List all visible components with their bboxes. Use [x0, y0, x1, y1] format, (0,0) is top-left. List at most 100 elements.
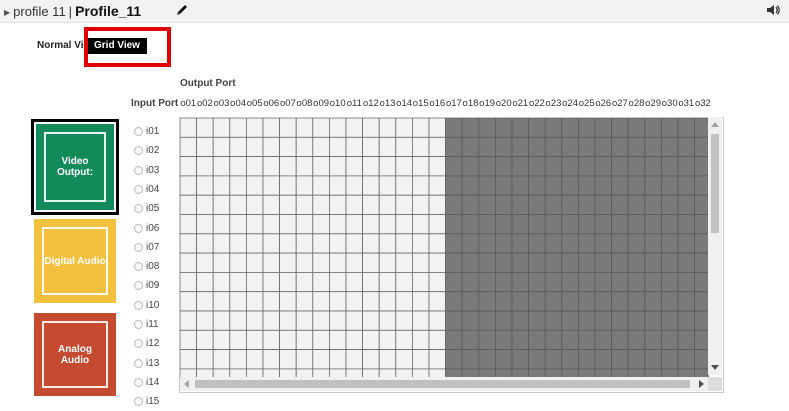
grid-cell-i03-o05[interactable]	[246, 156, 264, 177]
grid-cell-i08-o09[interactable]	[312, 252, 330, 273]
grid-cell-i02-o04[interactable]	[229, 136, 247, 157]
grid-cell-i07-o08[interactable]	[295, 233, 314, 254]
grid-cell-i01-o04[interactable]	[229, 118, 247, 138]
grid-cell-i08-o15[interactable]	[411, 252, 430, 273]
grid-cell-i11-o05[interactable]	[246, 310, 264, 331]
grid-cell-i08-o02[interactable]	[196, 252, 214, 273]
grid-cell-i04-o06[interactable]	[262, 175, 281, 196]
grid-cell-i07-o06[interactable]	[262, 233, 281, 254]
grid-cell-i01-o15[interactable]	[411, 118, 430, 138]
grid-cell-i13-o12[interactable]	[362, 349, 380, 370]
grid-cell-i12-o03[interactable]	[212, 329, 231, 351]
grid-cell-i04-o16[interactable]	[428, 175, 447, 196]
grid-cell-i11-o15[interactable]	[411, 310, 430, 331]
input-radio-i07[interactable]	[134, 242, 143, 252]
grid-cell-i12-o12[interactable]	[362, 329, 380, 351]
speaker-icon[interactable]	[766, 3, 782, 22]
grid-cell-i07-o05[interactable]	[246, 233, 264, 254]
grid-cell-i05-o14[interactable]	[395, 194, 413, 215]
grid-cell-i04-o01[interactable]	[180, 175, 198, 196]
video-output-tile[interactable]: Video Output:	[31, 119, 119, 215]
grid-cell-i02-o06[interactable]	[262, 136, 281, 157]
grid-cell-i09-o15[interactable]	[411, 271, 430, 293]
grid-cell-i07-o09[interactable]	[312, 233, 330, 254]
grid-cell-i01-o13[interactable]	[378, 118, 397, 138]
grid-cell-i08-o16[interactable]	[428, 252, 447, 273]
input-port-row[interactable]: i02	[134, 141, 159, 160]
grid-cell-i09-o13[interactable]	[378, 271, 397, 293]
grid-cell-i02-o14[interactable]	[395, 136, 413, 157]
grid-cell-i03-o14[interactable]	[395, 156, 413, 177]
grid-cell-i09-o02[interactable]	[196, 271, 214, 293]
grid-cell-i09-o11[interactable]	[345, 271, 364, 293]
input-port-row[interactable]: i15	[134, 392, 159, 411]
horizontal-scroll-thumb[interactable]	[195, 380, 690, 388]
grid-cell-i13-o11[interactable]	[345, 349, 364, 370]
grid-cell-i07-o11[interactable]	[345, 233, 364, 254]
grid-cell-i12-o13[interactable]	[378, 329, 397, 351]
grid-cell-i03-o12[interactable]	[362, 156, 380, 177]
grid-cell-i07-o03[interactable]	[212, 233, 231, 254]
grid-cell-i04-o10[interactable]	[328, 175, 347, 196]
grid-cell-i05-o08[interactable]	[295, 194, 314, 215]
grid-cell-i04-o02[interactable]	[196, 175, 214, 196]
grid-cell-i02-o09[interactable]	[312, 136, 330, 157]
input-radio-i15[interactable]	[134, 397, 143, 407]
grid-cell-i13-o08[interactable]	[295, 349, 314, 370]
input-port-row[interactable]: i10	[134, 296, 159, 315]
grid-cell-i08-o11[interactable]	[345, 252, 364, 273]
grid-cell-i04-o14[interactable]	[395, 175, 413, 196]
grid-cell-i10-o14[interactable]	[395, 291, 413, 312]
grid-cell-i06-o04[interactable]	[229, 214, 247, 235]
grid-cell-i08-o13[interactable]	[378, 252, 397, 273]
grid-cell-i08-o10[interactable]	[328, 252, 347, 273]
grid-cell-i03-o08[interactable]	[295, 156, 314, 177]
grid-cell-i08-o06[interactable]	[262, 252, 281, 273]
grid-cell-i02-o02[interactable]	[196, 136, 214, 157]
grid-cell-i01-o02[interactable]	[196, 118, 214, 138]
vertical-scrollbar[interactable]	[708, 117, 722, 375]
grid-cell-i09-o07[interactable]	[279, 271, 297, 293]
grid-cell-i03-o10[interactable]	[328, 156, 347, 177]
triangle-right-icon[interactable]: ▶	[4, 8, 10, 17]
scroll-up-icon[interactable]	[711, 122, 719, 127]
grid-cell-i09-o03[interactable]	[212, 271, 231, 293]
grid-cell-i05-o02[interactable]	[196, 194, 214, 215]
input-port-row[interactable]: i04	[134, 180, 159, 199]
grid-cell-i06-o09[interactable]	[312, 214, 330, 235]
grid-cell-i12-o11[interactable]	[345, 329, 364, 351]
grid-cell-i05-o03[interactable]	[212, 194, 231, 215]
grid-cell-i10-o03[interactable]	[212, 291, 231, 312]
input-radio-i14[interactable]	[134, 377, 143, 387]
input-port-row[interactable]: i12	[134, 334, 159, 353]
grid-cell-i09-o14[interactable]	[395, 271, 413, 293]
grid-cell-i05-o01[interactable]	[180, 194, 198, 215]
grid-cell-i09-o08[interactable]	[295, 271, 314, 293]
grid-cell-i05-o12[interactable]	[362, 194, 380, 215]
input-port-row[interactable]: i08	[134, 257, 159, 276]
grid-cell-i07-o16[interactable]	[428, 233, 447, 254]
grid-cell-i08-o12[interactable]	[362, 252, 380, 273]
grid-cell-i06-o10[interactable]	[328, 214, 347, 235]
grid-cell-i07-o01[interactable]	[180, 233, 198, 254]
grid-cell-i12-o16[interactable]	[428, 329, 447, 351]
grid-cell-i10-o05[interactable]	[246, 291, 264, 312]
grid-cell-i03-o04[interactable]	[229, 156, 247, 177]
grid-cell-i08-o04[interactable]	[229, 252, 247, 273]
grid-cell-i06-o16[interactable]	[428, 214, 447, 235]
grid-cell-i01-o09[interactable]	[312, 118, 330, 138]
grid-cell-i01-o14[interactable]	[395, 118, 413, 138]
grid-cell-i07-o14[interactable]	[395, 233, 413, 254]
grid-cell-i10-o08[interactable]	[295, 291, 314, 312]
grid-cell-i09-o12[interactable]	[362, 271, 380, 293]
input-radio-i09[interactable]	[134, 281, 143, 291]
input-radio-i11[interactable]	[134, 320, 143, 329]
grid-cell-i06-o11[interactable]	[345, 214, 364, 235]
grid-cell-i13-o06[interactable]	[262, 349, 281, 370]
input-port-row[interactable]: i14	[134, 373, 159, 392]
grid-cell-i06-o14[interactable]	[395, 214, 413, 235]
grid-cell-i03-o09[interactable]	[312, 156, 330, 177]
grid-cell-i08-o03[interactable]	[212, 252, 231, 273]
input-port-row[interactable]: i13	[134, 354, 159, 373]
grid-cell-i06-o01[interactable]	[180, 214, 198, 235]
